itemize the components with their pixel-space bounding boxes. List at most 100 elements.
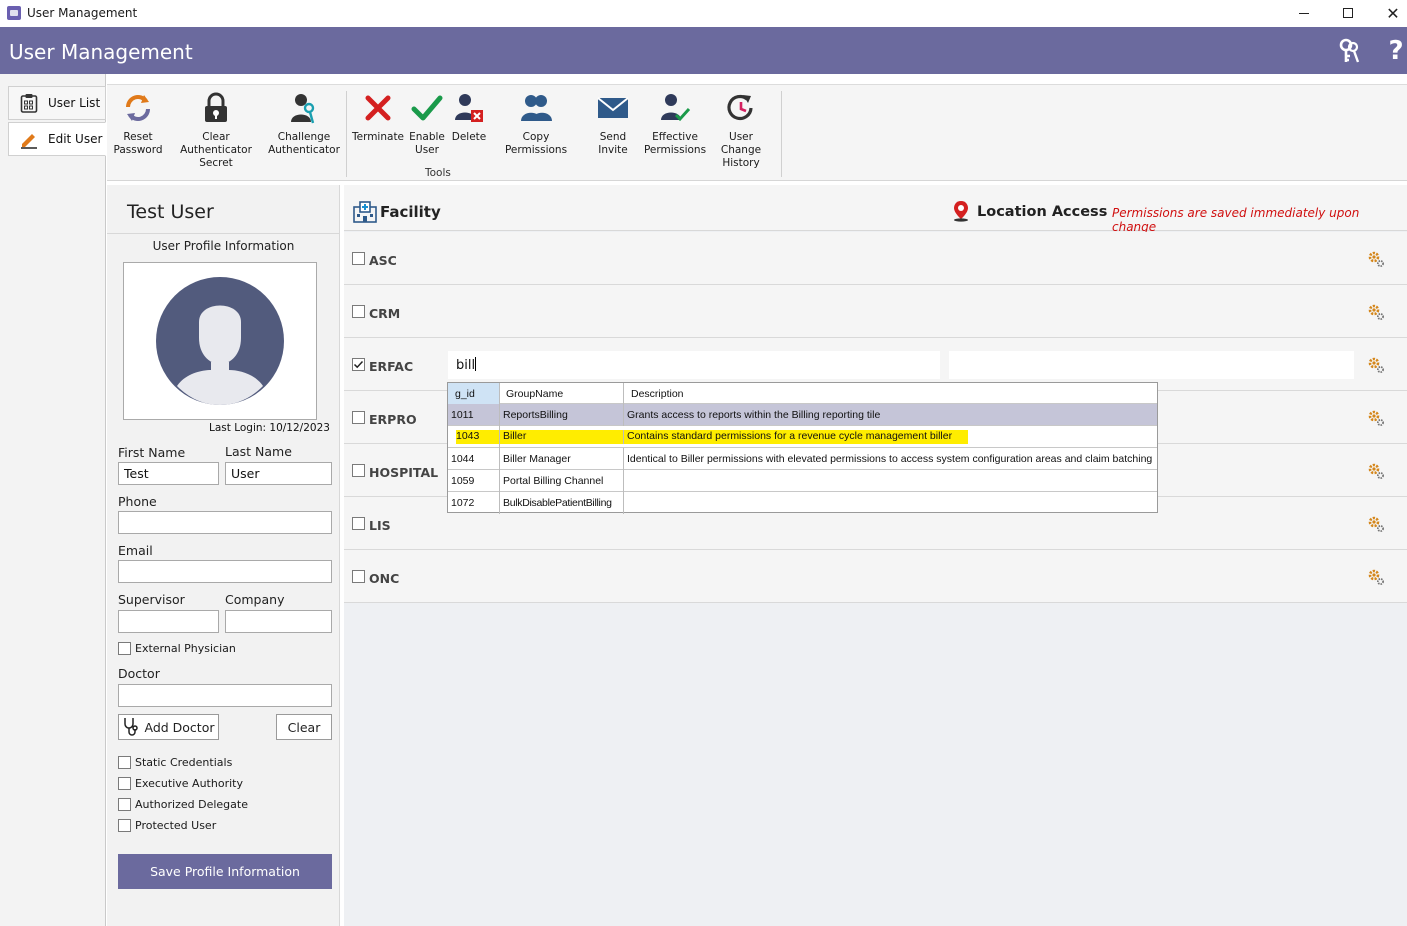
grid-cell-description: Identical to Biller permissions with ele… <box>627 453 1153 465</box>
grid-cell-description: Contains standard permissions for a reve… <box>624 426 1157 448</box>
reset-password-button[interactable]: Reset Password <box>113 91 163 157</box>
static-credentials-checkbox[interactable] <box>118 756 131 769</box>
user-change-history-label: User Change History <box>720 131 762 169</box>
minimize-icon <box>1299 12 1309 14</box>
facility-checkbox-asc[interactable] <box>352 252 365 265</box>
gear-icon[interactable] <box>1367 462 1385 483</box>
app-header: User Management ? <box>0 27 1407 74</box>
gear-icon[interactable] <box>1367 356 1385 377</box>
text-caret <box>475 357 477 371</box>
phone-label: Phone <box>118 494 157 509</box>
gear-icon[interactable] <box>1367 303 1385 324</box>
toolbar: Reset Password Clear Authenticator Secre… <box>107 84 1407 181</box>
grid-row[interactable]: 1011 ReportsBilling Grants access to rep… <box>448 404 1157 426</box>
clear-button[interactable]: Clear <box>276 714 332 740</box>
user-change-history-button[interactable]: User Change History <box>709 91 773 170</box>
user-key-icon <box>287 91 321 125</box>
minimize-button[interactable] <box>1281 0 1327 26</box>
phone-field[interactable] <box>118 511 332 534</box>
toolbar-separator-end <box>781 91 782 177</box>
last-name-field[interactable]: User <box>225 462 332 485</box>
facility-checkbox-crm[interactable] <box>352 305 365 318</box>
supervisor-field[interactable] <box>118 610 219 633</box>
facility-checkbox-hospital[interactable] <box>352 464 365 477</box>
toolbar-separator <box>346 91 347 177</box>
first-name-field[interactable]: Test <box>118 462 219 485</box>
grid-cell-gid: 1043 <box>448 426 500 448</box>
grid-row[interactable]: 1059 Portal Billing Channel <box>448 470 1157 492</box>
close-button[interactable]: ✕ <box>1370 0 1407 26</box>
save-profile-button[interactable]: Save Profile Information <box>118 854 332 889</box>
profile-section-title: User Profile Information <box>107 233 340 257</box>
clear-authenticator-secret-button[interactable]: Clear Authenticator Secret <box>168 91 264 170</box>
gear-icon[interactable] <box>1367 409 1385 430</box>
window-title: User Management <box>27 6 138 20</box>
tab-edit-user[interactable]: Edit User <box>8 122 106 156</box>
profile-panel: Test User User Profile Information Last … <box>107 185 340 926</box>
gear-icon[interactable] <box>1367 250 1385 271</box>
delete-label: Delete <box>451 131 487 143</box>
lock-icon <box>199 91 233 125</box>
facility-name: ONC <box>369 571 400 586</box>
facility-title: Facility <box>380 203 441 221</box>
gear-icon[interactable] <box>1367 515 1385 536</box>
grid-cell-group: Biller <box>500 430 624 444</box>
column-header-gid[interactable]: g_id <box>448 383 500 405</box>
company-field[interactable] <box>225 610 332 633</box>
grid-cell-description <box>624 470 1157 492</box>
email-field[interactable] <box>118 560 332 583</box>
send-invite-label: Send Invite <box>598 131 628 156</box>
doctor-field[interactable] <box>118 684 332 707</box>
protected-user-checkbox[interactable] <box>118 819 131 832</box>
avatar-icon <box>156 277 284 405</box>
left-tab-strip: User List Edit User <box>0 74 106 926</box>
terminate-button[interactable]: Terminate <box>352 91 404 144</box>
maximize-button[interactable] <box>1325 0 1371 26</box>
grid-cell-gid-text: 1043 <box>456 430 499 444</box>
tab-user-list[interactable]: User List <box>8 86 106 120</box>
avatar <box>123 262 317 420</box>
facility-checkbox-lis[interactable] <box>352 517 365 530</box>
facility-name: HOSPITAL <box>369 465 439 480</box>
facility-name: ASC <box>369 253 397 268</box>
grid-cell-group: Portal Billing Channel <box>500 470 624 492</box>
group-search-input[interactable]: bill <box>448 351 940 379</box>
authorized-delegate-checkbox[interactable] <box>118 798 131 811</box>
app-icon <box>7 6 21 20</box>
copy-permissions-button[interactable]: Copy Permissions <box>493 91 579 157</box>
add-doctor-button[interactable]: Add Doctor <box>118 714 219 740</box>
facility-checkbox-erpro[interactable] <box>352 411 365 424</box>
facility-checkbox-onc[interactable] <box>352 570 365 583</box>
facility-panel: Facility Location Access Permissions are… <box>344 185 1407 926</box>
page-title: User Management <box>9 40 193 64</box>
delete-button[interactable]: Delete <box>451 91 487 144</box>
maximize-icon <box>1343 8 1353 18</box>
facility-row-onc: ONC <box>344 550 1407 603</box>
column-header-description[interactable]: Description <box>624 383 1157 405</box>
group-dropdown-grid: g_id GroupName Description 1011 ReportsB… <box>447 382 1158 514</box>
gear-icon[interactable] <box>1367 568 1385 589</box>
facility-name: CRM <box>369 306 401 321</box>
red-x-icon <box>361 91 395 125</box>
first-name-label: First Name <box>118 445 186 460</box>
pencil-icon <box>19 129 39 149</box>
executive-authority-checkbox[interactable] <box>118 777 131 790</box>
grid-cell-description <box>624 492 1157 514</box>
external-physician-checkbox[interactable] <box>118 642 131 655</box>
effective-permissions-button[interactable]: Effective Permissions <box>644 91 706 157</box>
user-name-title: Test User <box>127 201 214 223</box>
grid-row[interactable]: 1072 BulkDisablePatientBilling <box>448 492 1157 514</box>
grid-row[interactable]: 1044 Biller Manager Identical to Biller … <box>448 448 1157 470</box>
grid-row[interactable]: 1043 Biller Contains standard permission… <box>448 426 1157 448</box>
grid-cell-gid: 1011 <box>448 404 500 426</box>
help-icon[interactable]: ? <box>1383 36 1407 66</box>
send-invite-button[interactable]: Send Invite <box>584 91 642 157</box>
facility-checkbox-erfac[interactable] <box>352 358 365 371</box>
location-pin-icon <box>952 200 970 225</box>
enable-user-button[interactable]: Enable User <box>407 91 447 157</box>
keys-icon[interactable] <box>1336 37 1362 65</box>
challenge-authenticator-button[interactable]: Challenge Authenticator <box>268 91 340 157</box>
column-header-groupname[interactable]: GroupName <box>500 383 624 405</box>
group-secondary-input[interactable] <box>949 351 1354 379</box>
last-login: Last Login: 10/12/2023 <box>209 422 330 434</box>
